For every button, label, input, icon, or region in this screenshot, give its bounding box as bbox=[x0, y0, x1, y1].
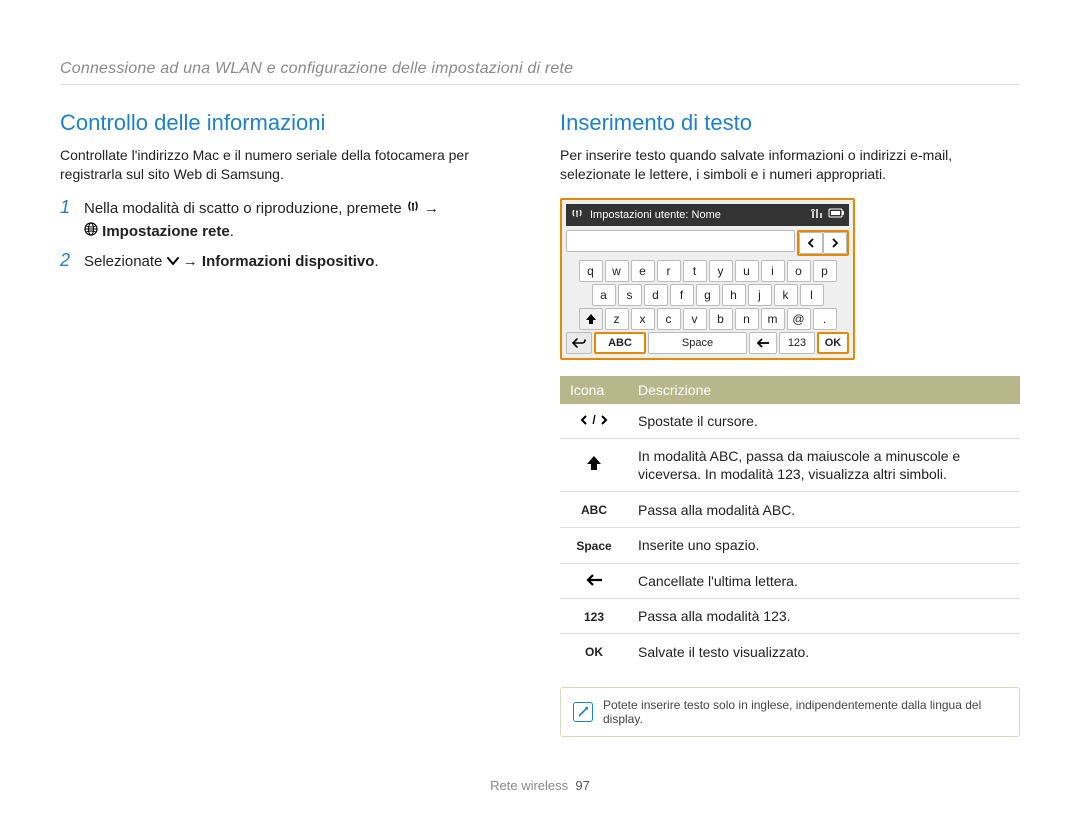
note-icon bbox=[573, 702, 593, 722]
key-.[interactable]: . bbox=[813, 308, 837, 330]
table-header-descrizione: Descrizione bbox=[628, 376, 1020, 404]
key-y[interactable]: y bbox=[709, 260, 733, 282]
key-z[interactable]: z bbox=[605, 308, 629, 330]
key-f[interactable]: f bbox=[670, 284, 694, 306]
footer-section: Rete wireless bbox=[490, 778, 568, 793]
ok-key[interactable]: OK bbox=[817, 332, 849, 354]
key-a[interactable]: a bbox=[592, 284, 616, 306]
key-g[interactable]: g bbox=[696, 284, 720, 306]
abc-key[interactable]: ABC bbox=[594, 332, 646, 354]
left-column: Controllo delle informazioni Controllate… bbox=[60, 110, 520, 737]
key-t[interactable]: t bbox=[683, 260, 707, 282]
keyboard-rows: qwertyuiop asdfghjkl zxcvbnm@. bbox=[566, 260, 849, 330]
battery-icon bbox=[829, 208, 845, 221]
cursor-right-key[interactable] bbox=[823, 232, 847, 254]
desc-cell: Inserite uno spazio. bbox=[628, 527, 1020, 563]
desc-cell: Cancellate l'ultima lettera. bbox=[628, 563, 1020, 598]
key-x[interactable]: x bbox=[631, 308, 655, 330]
table-row: 123Passa alla modalità 123. bbox=[560, 598, 1020, 634]
step-1-text: Nella modalità di scatto o riproduzione,… bbox=[84, 198, 439, 243]
step-2: 2 Selezionate → Informazioni dispositivo… bbox=[60, 251, 520, 274]
key-e[interactable]: e bbox=[631, 260, 655, 282]
cursor-buttons bbox=[797, 230, 849, 256]
note-text: Potete inserire testo solo in inglese, i… bbox=[603, 698, 1007, 726]
right-column: Inserimento di testo Per inserire testo … bbox=[560, 110, 1020, 737]
icon-cell-space: Space bbox=[560, 527, 628, 563]
desc-cell: In modalità ABC, passa da maiuscole a mi… bbox=[628, 438, 1020, 491]
key-s[interactable]: s bbox=[618, 284, 642, 306]
space-key[interactable]: Space bbox=[648, 332, 747, 354]
key-l[interactable]: l bbox=[800, 284, 824, 306]
numeric-key[interactable]: 123 bbox=[779, 332, 815, 354]
key-@[interactable]: @ bbox=[787, 308, 811, 330]
cursor-left-key[interactable] bbox=[799, 232, 823, 254]
icon-cell-n123: 123 bbox=[560, 598, 628, 634]
wifi-icon bbox=[570, 207, 584, 222]
table-header-icona: Icona bbox=[560, 376, 628, 404]
step-number: 2 bbox=[60, 251, 74, 274]
step2-pretext: Selezionate bbox=[84, 253, 162, 270]
text-input[interactable] bbox=[566, 230, 795, 252]
step1-pretext: Nella modalità di scatto o riproduzione,… bbox=[84, 200, 402, 217]
table-row: OKSalvate il testo visualizzato. bbox=[560, 634, 1020, 669]
key-j[interactable]: j bbox=[748, 284, 772, 306]
step1-bold: Impostazione rete bbox=[102, 223, 230, 240]
antenna-icon bbox=[406, 198, 420, 221]
table-row: / Spostate il cursore. bbox=[560, 404, 1020, 439]
table-row: Cancellate l'ultima lettera. bbox=[560, 563, 1020, 598]
keyboard-header: Impostazioni utente: Nome bbox=[566, 204, 849, 226]
key-c[interactable]: c bbox=[657, 308, 681, 330]
key-v[interactable]: v bbox=[683, 308, 707, 330]
step2-bold: Informazioni dispositivo bbox=[202, 253, 375, 270]
keyboard-figure: Impostazioni utente: Nome qwertyuiop asd… bbox=[560, 198, 855, 360]
key-i[interactable]: i bbox=[761, 260, 785, 282]
right-intro: Per inserire testo quando salvate inform… bbox=[560, 146, 1020, 184]
icon-cell-cursor: / bbox=[560, 404, 628, 439]
desc-cell: Passa alla modalità 123. bbox=[628, 598, 1020, 634]
globe-icon bbox=[84, 221, 98, 244]
icon-cell-shift bbox=[560, 438, 628, 491]
table-row: In modalità ABC, passa da maiuscole a mi… bbox=[560, 438, 1020, 491]
signal-icon bbox=[811, 208, 823, 221]
icon-cell-ok: OK bbox=[560, 634, 628, 669]
key-h[interactable]: h bbox=[722, 284, 746, 306]
section-title-left: Controllo delle informazioni bbox=[60, 110, 520, 136]
section-title-right: Inserimento di testo bbox=[560, 110, 1020, 136]
key-d[interactable]: d bbox=[644, 284, 668, 306]
shift-key[interactable] bbox=[579, 308, 603, 330]
breadcrumb: Connessione ad una WLAN e configurazione… bbox=[60, 60, 1020, 85]
key-p[interactable]: p bbox=[813, 260, 837, 282]
key-n[interactable]: n bbox=[735, 308, 759, 330]
step-1: 1 Nella modalità di scatto o riproduzion… bbox=[60, 198, 520, 243]
desc-cell: Salvate il testo visualizzato. bbox=[628, 634, 1020, 669]
key-w[interactable]: w bbox=[605, 260, 629, 282]
footer-page: 97 bbox=[575, 778, 589, 793]
backspace-key[interactable] bbox=[749, 332, 777, 354]
note-box: Potete inserire testo solo in inglese, i… bbox=[560, 687, 1020, 737]
step-2-text: Selezionate → Informazioni dispositivo. bbox=[84, 251, 379, 274]
step-number: 1 bbox=[60, 198, 74, 243]
table-row: SpaceInserite uno spazio. bbox=[560, 527, 1020, 563]
key-o[interactable]: o bbox=[787, 260, 811, 282]
desc-cell: Passa alla modalità ABC. bbox=[628, 492, 1020, 528]
left-intro: Controllate l'indirizzo Mac e il numero … bbox=[60, 146, 520, 184]
key-q[interactable]: q bbox=[579, 260, 603, 282]
icon-table: Icona Descrizione /Spostate il cursore.I… bbox=[560, 376, 1020, 669]
key-u[interactable]: u bbox=[735, 260, 759, 282]
back-key[interactable] bbox=[566, 332, 592, 354]
table-row: ABCPassa alla modalità ABC. bbox=[560, 492, 1020, 528]
icon-cell-abc: ABC bbox=[560, 492, 628, 528]
page-footer: Rete wireless 97 bbox=[0, 778, 1080, 793]
svg-text:/: / bbox=[592, 413, 596, 427]
keyboard-title: Impostazioni utente: Nome bbox=[590, 209, 805, 221]
key-r[interactable]: r bbox=[657, 260, 681, 282]
key-m[interactable]: m bbox=[761, 308, 785, 330]
desc-cell: Spostate il cursore. bbox=[628, 404, 1020, 439]
key-k[interactable]: k bbox=[774, 284, 798, 306]
chevron-down-icon bbox=[167, 251, 179, 274]
icon-cell-bsp bbox=[560, 563, 628, 598]
key-b[interactable]: b bbox=[709, 308, 733, 330]
